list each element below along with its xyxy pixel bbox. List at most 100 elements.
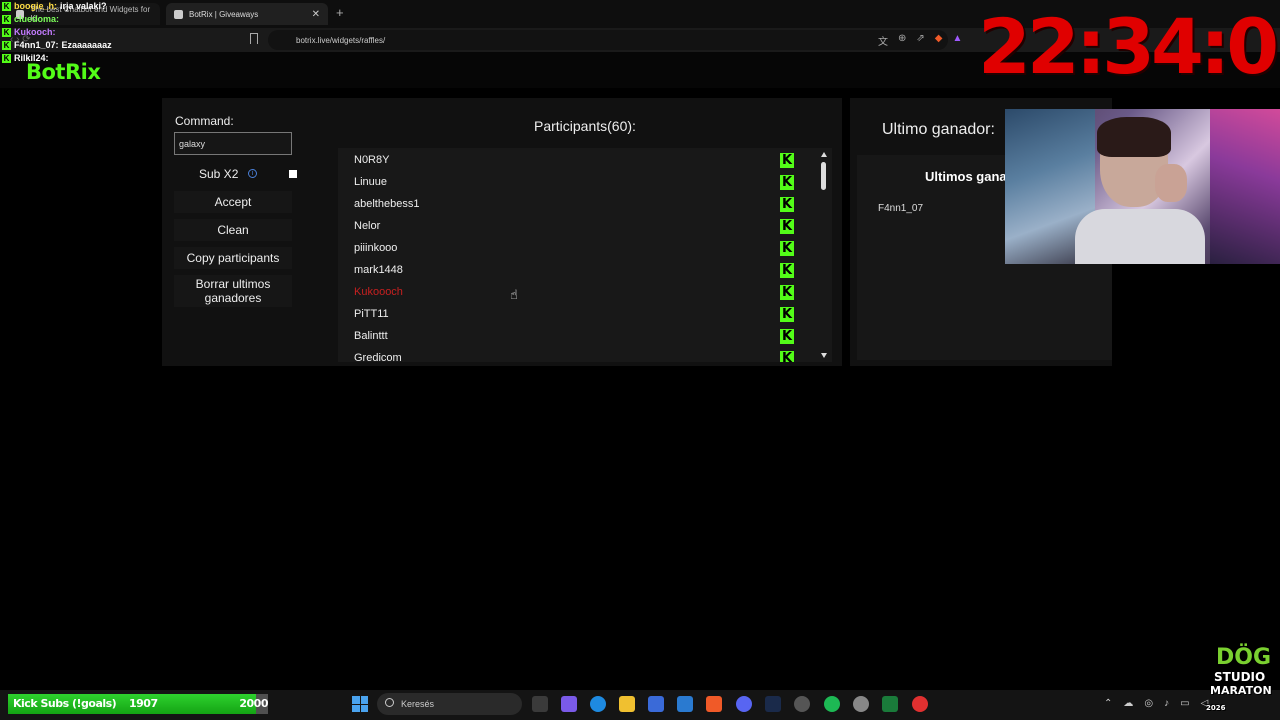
participant-row[interactable]: Balinttt K xyxy=(338,325,808,347)
chat-username: cluedoma: xyxy=(14,14,60,24)
discord-icon[interactable] xyxy=(736,696,752,712)
edge-icon[interactable] xyxy=(590,696,606,712)
app-icon[interactable] xyxy=(912,696,928,712)
participant-row[interactable]: Kukoooch K xyxy=(338,281,808,303)
kick-platform-icon: K xyxy=(780,285,794,300)
participant-row[interactable]: Linuue K xyxy=(338,171,808,193)
brand-line3: MARATON xyxy=(1210,684,1272,697)
participant-row[interactable]: Nelor K xyxy=(338,215,808,237)
borrar-ultimos-ganadores-button[interactable]: Borrar ultimos ganadores xyxy=(174,275,292,307)
bookmark-icon[interactable] xyxy=(250,33,258,44)
participant-row[interactable]: N0R8Y K xyxy=(338,149,808,171)
chat-message: K Kukooch: xyxy=(2,26,172,39)
stream-chat-overlay: Kboogie_h: irja valaki? Kcluedoma: K Kukooch… xyxy=(2,0,172,65)
scroll-down-arrow-icon[interactable] xyxy=(821,353,827,358)
display-icon[interactable]: ▭ xyxy=(1180,698,1189,709)
info-icon[interactable]: i xyxy=(248,169,257,178)
participant-row[interactable]: piiinkooo K xyxy=(338,237,808,259)
mail-icon[interactable] xyxy=(677,696,693,712)
kick-platform-icon: K xyxy=(780,263,794,278)
participants-scrollbar[interactable] xyxy=(820,152,828,358)
chat-username: boogie_h: xyxy=(14,1,57,11)
sub-x2-checkbox[interactable] xyxy=(289,170,297,178)
close-tab-icon[interactable]: ✕ xyxy=(312,9,320,20)
translate-icon[interactable]: 文 xyxy=(878,33,888,48)
brand-year: 2026 xyxy=(1206,704,1226,712)
browser-tab-giveaways[interactable]: BotRix | Giveaways ✕ xyxy=(166,3,328,25)
taskbar-search[interactable]: Keresés xyxy=(377,693,522,715)
zoom-icon[interactable]: ⊕ xyxy=(898,33,906,48)
chat-text: irja valaki? xyxy=(60,1,107,11)
webcam-background xyxy=(1210,109,1280,264)
botrix-logo: BotRix xyxy=(26,60,101,84)
kick-platform-icon: K xyxy=(780,351,794,362)
ultimo-ganador-title: Ultimo ganador: xyxy=(882,121,995,138)
tab-title: BotRix | Giveaways xyxy=(189,9,259,19)
kick-badge-icon: K xyxy=(2,41,11,50)
scroll-up-arrow-icon[interactable] xyxy=(821,152,827,157)
kick-badge-icon: K xyxy=(2,28,11,37)
chat-username: Kukooch: xyxy=(14,27,56,37)
rewards-icon[interactable]: ▲ xyxy=(952,33,962,48)
tray-chevron-icon[interactable]: ⌃ xyxy=(1104,698,1112,709)
streamer-body xyxy=(1075,209,1205,264)
participant-name: Balinttt xyxy=(354,330,388,342)
command-label: Command: xyxy=(175,114,234,128)
stream-timer: 22:34:06 xyxy=(978,2,1280,91)
new-tab-icon[interactable]: + xyxy=(336,5,344,20)
copy-participants-button[interactable]: Copy participants xyxy=(174,247,292,269)
webcam-feed xyxy=(1005,109,1280,264)
chat-text: Ezaaaaaaaz xyxy=(61,40,112,50)
participant-row[interactable]: abelthebess1 K xyxy=(338,193,808,215)
url-input[interactable]: botrix.live/widgets/raffles/ xyxy=(268,30,948,50)
chat-username: F4nn1_07: xyxy=(14,40,59,50)
brave-shield-icon[interactable]: ◆ xyxy=(935,33,943,48)
participant-name: abelthebess1 xyxy=(354,198,420,210)
participants-list[interactable]: N0R8Y K Linuue Kabelthebess1 K Nelor Kpiiinkoo… xyxy=(338,148,832,362)
kick-subs-label: Kick Subs (!goals) xyxy=(13,697,117,710)
command-input[interactable] xyxy=(174,132,292,155)
task-view-icon[interactable] xyxy=(532,696,548,712)
brave-icon[interactable] xyxy=(706,696,722,712)
mic-icon[interactable]: ♪ xyxy=(1164,698,1169,709)
steam-icon[interactable] xyxy=(765,696,781,712)
kick-platform-icon: K xyxy=(780,219,794,234)
tab-favicon-icon xyxy=(174,9,183,19)
participant-name: N0R8Y xyxy=(354,154,390,166)
excel-icon[interactable] xyxy=(882,696,898,712)
clean-button[interactable]: Clean xyxy=(174,219,292,241)
participant-row[interactable]: Gredicom K xyxy=(338,347,808,362)
store-icon[interactable] xyxy=(648,696,664,712)
kick-platform-icon: K xyxy=(780,329,794,344)
brand-line2: STUDIO xyxy=(1214,670,1266,684)
onedrive-icon[interactable]: ☁ xyxy=(1123,698,1133,709)
streamer-hand xyxy=(1155,164,1187,202)
participant-name: mark1448 xyxy=(354,264,403,276)
kick-subs-goal-bar: Kick Subs (!goals) 1907 2000 xyxy=(8,694,268,714)
accept-button[interactable]: Accept xyxy=(174,191,292,213)
kick-badge-icon: K xyxy=(2,2,11,11)
participant-row[interactable]: PiTT11 K xyxy=(338,303,808,325)
windows-start-icon[interactable] xyxy=(352,696,368,712)
participant-name: PiTT11 xyxy=(354,308,389,320)
brand-line1: DÖG xyxy=(1216,645,1272,670)
spotify-icon[interactable] xyxy=(824,696,840,712)
chat-message: Kboogie_h: irja valaki? xyxy=(2,0,172,13)
participant-name: piiinkooo xyxy=(354,242,398,254)
participant-name: Nelor xyxy=(354,220,381,232)
scroll-thumb[interactable] xyxy=(821,162,826,190)
sub-x2-label: Sub X2 xyxy=(199,167,239,181)
network-icon[interactable]: ◎ xyxy=(1144,698,1153,709)
kick-badge-icon: K xyxy=(2,54,11,63)
copilot-icon[interactable] xyxy=(561,696,577,712)
settings-gear-icon[interactable] xyxy=(853,696,869,712)
search-icon xyxy=(385,698,394,707)
file-explorer-icon[interactable] xyxy=(619,696,635,712)
kick-platform-icon: K xyxy=(780,175,794,190)
participant-row[interactable]: mark1448 K xyxy=(338,259,808,281)
obs-icon[interactable] xyxy=(794,696,810,712)
share-icon[interactable]: ⇗ xyxy=(916,33,924,48)
kick-platform-icon: K xyxy=(780,241,794,256)
streamer-hair xyxy=(1097,117,1171,157)
participant-name: Linuue xyxy=(354,176,388,188)
